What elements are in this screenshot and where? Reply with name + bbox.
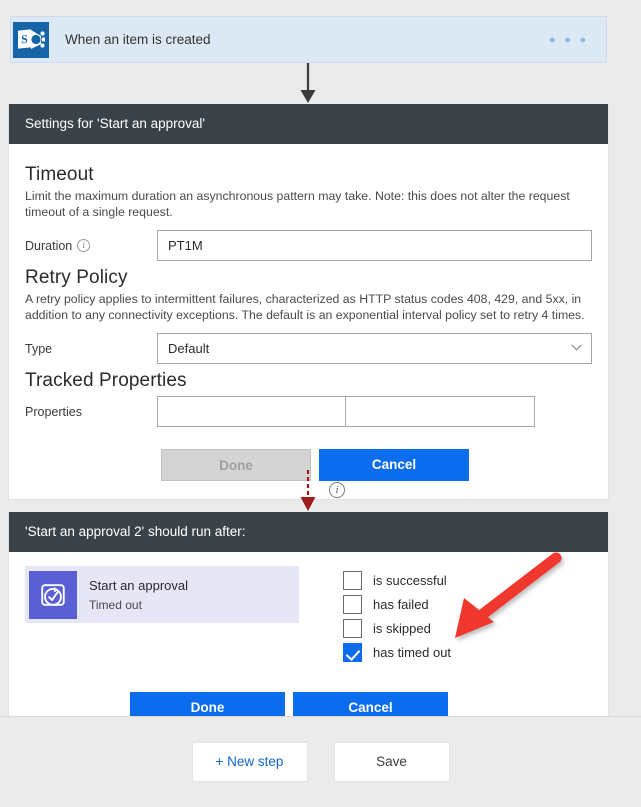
tracked-properties-row: Properties xyxy=(25,396,592,427)
duration-label-group: Duration i xyxy=(25,239,157,253)
duration-field-row: Duration i xyxy=(25,230,592,261)
checkbox-has-failed[interactable] xyxy=(343,594,362,614)
save-button[interactable]: Save xyxy=(333,742,450,782)
sharepoint-icon-arc xyxy=(31,29,45,49)
action-card-title: Start an approval xyxy=(89,577,189,593)
trigger-title: When an item is created xyxy=(65,32,211,47)
trigger-card[interactable]: S When an item is created • • • xyxy=(10,16,607,63)
checkbox-is-skipped[interactable] xyxy=(343,618,362,638)
property-value-input[interactable] xyxy=(346,396,535,427)
action-card-text: Start an approval Timed out xyxy=(89,578,188,612)
condition-row-is-skipped[interactable]: is skipped xyxy=(343,616,451,640)
condition-label-has-timed-out: has timed out xyxy=(373,644,452,660)
properties-label-group: Properties xyxy=(25,405,157,419)
condition-label-has-failed: has failed xyxy=(373,596,429,612)
chevron-down-icon xyxy=(571,344,582,351)
run-after-info-icon[interactable]: i xyxy=(329,482,345,498)
approval-icon-glyph xyxy=(41,583,65,606)
property-key-input[interactable] xyxy=(157,396,346,427)
duration-label: Duration xyxy=(25,238,73,253)
run-after-conditions: is successful has failed is skipped has … xyxy=(343,566,451,664)
run-after-panel-header: 'Start an approval 2' should run after: xyxy=(9,512,608,552)
settings-cancel-button[interactable]: Cancel xyxy=(319,449,469,481)
timeout-section-title: Timeout xyxy=(25,164,94,185)
retry-type-label-group: Type xyxy=(25,342,157,356)
action-card-status: Timed out xyxy=(89,597,142,612)
sharepoint-icon: S xyxy=(13,21,49,58)
run-after-top-row: Start an approval Timed out is successfu… xyxy=(25,566,592,664)
retry-type-label: Type xyxy=(25,341,53,356)
retry-type-field-row: Type Default xyxy=(25,333,592,364)
settings-panel: Settings for 'Start an approval' Timeout… xyxy=(8,104,609,500)
connector-arrow-down-solid xyxy=(300,63,316,103)
action-card[interactable]: Start an approval Timed out xyxy=(25,566,299,623)
properties-inputs xyxy=(157,396,535,427)
connector-arrow-down-dashed xyxy=(300,470,316,511)
run-after-panel-body: Start an approval Timed out is successfu… xyxy=(9,552,608,742)
checkbox-is-successful[interactable] xyxy=(343,570,362,590)
new-step-button[interactable]: + New step xyxy=(191,742,308,782)
settings-panel-body: Timeout Limit the maximum duration an as… xyxy=(9,144,608,499)
condition-row-has-failed[interactable]: has failed xyxy=(343,592,451,616)
approval-icon xyxy=(29,570,77,619)
trigger-overflow-menu-icon[interactable]: • • • xyxy=(549,31,588,49)
retry-type-select-value[interactable]: Default xyxy=(157,333,592,364)
condition-label-is-skipped: is skipped xyxy=(373,620,431,636)
retry-type-select-wrap[interactable]: Default xyxy=(157,333,592,364)
bottom-action-bar: + New step Save xyxy=(0,716,641,807)
retry-policy-section-title: Retry Policy xyxy=(25,267,128,288)
timeout-section-description: Limit the maximum duration an asynchrono… xyxy=(25,189,570,219)
tracked-properties-section-title: Tracked Properties xyxy=(25,370,187,391)
settings-button-row: Done Cancel xyxy=(161,449,592,481)
retry-policy-section-description: A retry policy applies to intermittent f… xyxy=(25,292,585,322)
condition-row-is-successful[interactable]: is successful xyxy=(343,568,451,592)
condition-row-has-timed-out[interactable]: has timed out xyxy=(343,640,451,664)
duration-input[interactable] xyxy=(157,230,592,261)
checkbox-has-timed-out[interactable] xyxy=(343,642,362,662)
properties-label: Properties xyxy=(25,404,82,419)
run-after-panel: 'Start an approval 2' should run after: … xyxy=(8,512,609,743)
info-icon[interactable]: i xyxy=(77,239,91,252)
condition-label-is-successful: is successful xyxy=(373,572,447,588)
settings-panel-header: Settings for 'Start an approval' xyxy=(9,104,608,144)
